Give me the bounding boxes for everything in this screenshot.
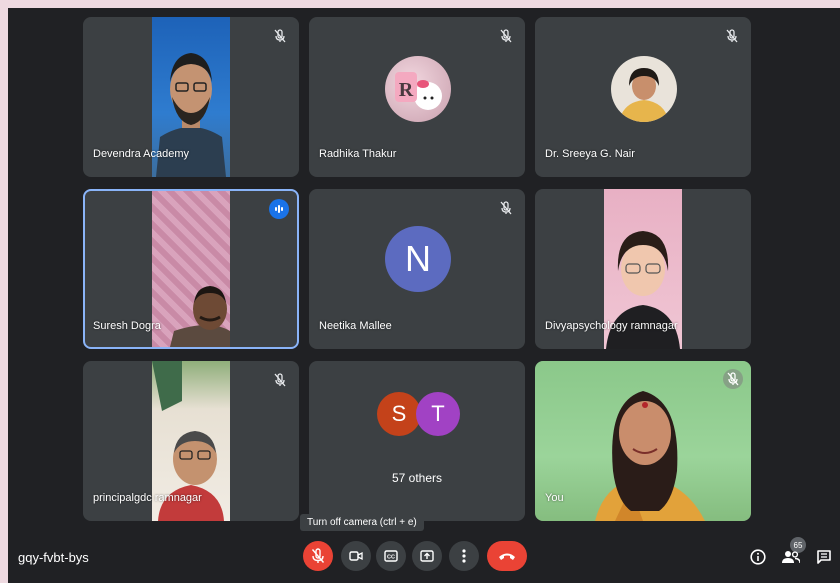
chat-icon [817,550,831,564]
participant-tile[interactable]: Dr. Sreeya G. Nair [535,17,751,177]
camera-tooltip: Turn off camera (ctrl + e) [300,514,424,531]
mic-off-icon [271,371,289,389]
participant-name: Dr. Sreeya G. Nair [545,148,635,160]
mic-off-icon [497,199,515,217]
svg-text:CC: CC [387,555,395,561]
people-icon [782,551,800,564]
more-options-button[interactable] [449,541,479,571]
people-button[interactable] [781,547,801,567]
avatar-letter: R [399,79,414,101]
more-vertical-icon [462,549,466,563]
control-bar: gqy-fvbt-bys CC 65 [8,533,840,583]
others-count-label: 57 others [391,471,443,485]
mic-off-icon [723,369,743,389]
avatar: S [377,392,421,436]
speaking-indicator-icon [269,199,289,219]
info-icon [750,549,766,565]
video-camera-icon [349,551,363,561]
present-screen-icon [420,550,434,562]
participant-name: Neetika Mallee [319,320,392,332]
present-screen-button[interactable] [412,541,442,571]
participant-name: Radhika Thakur [319,148,397,160]
participant-name: principalgdc ramnagar [93,492,202,504]
camera-toggle-button[interactable] [341,541,371,571]
captions-button[interactable]: CC [376,541,406,571]
mic-off-icon [497,27,515,45]
participant-name: Suresh Dogra [93,320,161,332]
participant-video [152,191,230,347]
microphone-toggle-button[interactable] [303,541,333,571]
avatar: N [385,226,451,292]
participant-tile[interactable]: N Neetika Mallee [309,189,525,349]
avatar [611,56,677,122]
leave-call-button[interactable] [487,541,527,571]
meeting-details-button[interactable] [748,547,768,567]
chat-button[interactable] [814,547,834,567]
others-tile[interactable]: S T 57 others [309,361,525,521]
closed-captions-icon: CC [384,550,398,562]
participant-name: Divyapsychology ramnagar [545,320,678,332]
participant-tile[interactable]: Devendra Academy [83,17,299,177]
mic-off-icon [723,27,741,45]
avatar: R [385,56,451,122]
participant-tile-active-speaker[interactable]: Suresh Dogra [83,189,299,349]
participant-tile-self[interactable]: You [535,361,751,521]
meeting-stage: Devendra Academy R Radhika Thakur Dr. Sr… [8,8,840,583]
mic-off-icon [271,27,289,45]
avatar: T [416,392,460,436]
participant-name: Devendra Academy [93,148,189,160]
mic-off-icon [311,548,325,563]
participant-name: You [545,492,564,504]
participant-tile[interactable]: Divyapsychology ramnagar [535,189,751,349]
participant-tile[interactable]: principalgdc ramnagar [83,361,299,521]
meeting-code: gqy-fvbt-bys [18,550,89,565]
self-video [535,361,751,521]
participant-tile[interactable]: R Radhika Thakur [309,17,525,177]
hang-up-icon [499,553,515,560]
